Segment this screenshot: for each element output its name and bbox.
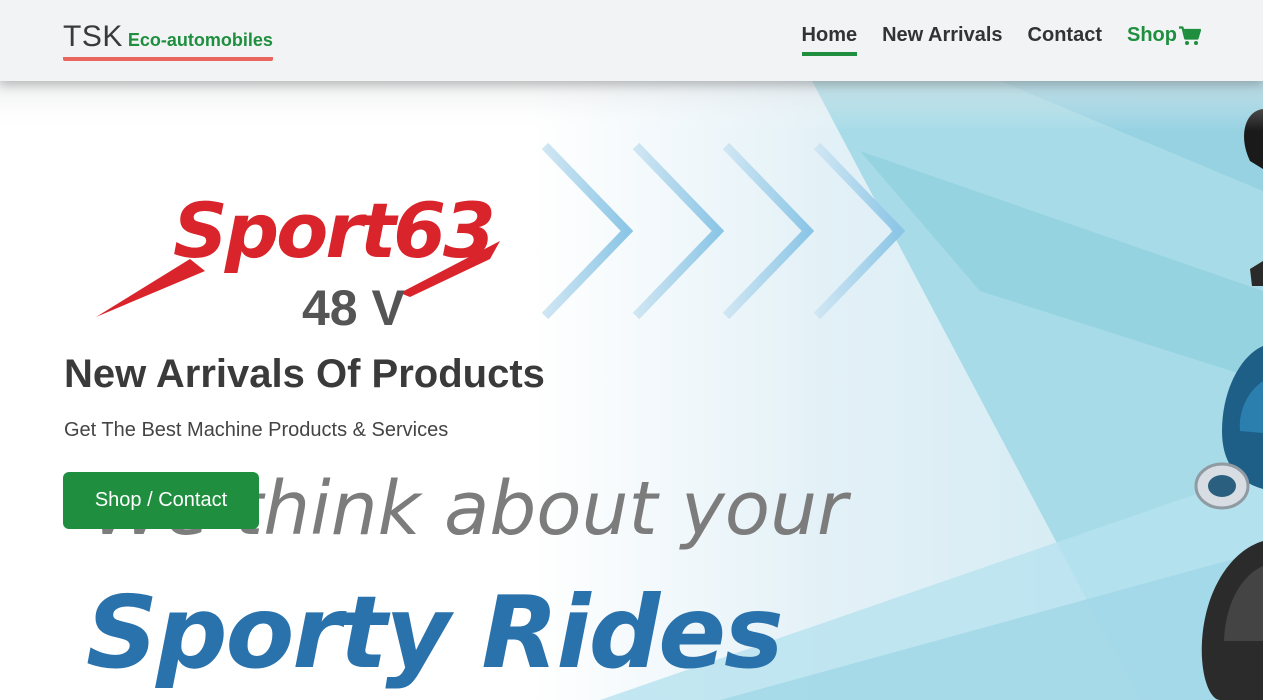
nav-shop-link[interactable]: Shop	[1127, 24, 1201, 52]
nav-shop-label: Shop	[1127, 24, 1177, 46]
logo-voltage: 48 V	[302, 280, 406, 336]
nav-contact-link[interactable]: Contact	[1028, 24, 1102, 52]
nav-new-arrivals-link[interactable]: New Arrivals	[882, 24, 1002, 52]
main-nav: Home New Arrivals Contact Shop	[801, 24, 1201, 56]
hero-subtitle: Get The Best Machine Products & Services	[64, 419, 449, 441]
top-navbar: TSK Eco-automobiles Home New Arrivals Con…	[0, 0, 1263, 81]
shopping-cart-icon	[1179, 25, 1201, 45]
brand-name: TSK	[63, 20, 123, 53]
nav-home-link[interactable]: Home	[801, 24, 858, 56]
hero-title: New Arrivals Of Products	[64, 352, 545, 396]
slogan-line-2: Sporty Rides	[86, 574, 782, 691]
hero-banner: Sport63 48 V We think about your Sporty …	[0, 81, 1263, 700]
logo-text: Sport63	[173, 186, 493, 275]
brand-tagline: Eco-automobiles	[127, 30, 273, 50]
shop-contact-button[interactable]: Shop / Contact	[63, 472, 259, 529]
brand-logo[interactable]: TSK Eco-automobiles	[63, 20, 273, 61]
